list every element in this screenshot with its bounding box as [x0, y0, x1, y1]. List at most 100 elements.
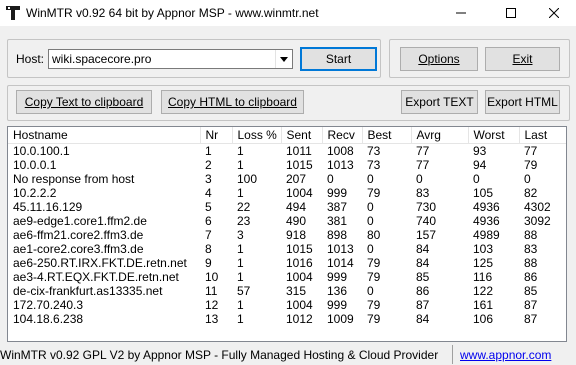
cell-loss: 1: [237, 256, 244, 270]
table-row[interactable]: No response from host 3 100 207 0 0 0 0 0: [8, 172, 566, 186]
cell-loss: 1: [237, 312, 244, 326]
column-header-best[interactable]: Best: [362, 127, 412, 144]
minimize-icon[interactable]: [438, 0, 484, 26]
table-row[interactable]: ae9-edge1.core1.ffm2.de 6 23 490 381 0 740 4936…: [8, 214, 566, 228]
cell-loss: 1: [237, 186, 244, 200]
cell-avrg: 84: [416, 256, 430, 270]
cell-best: 73: [367, 158, 381, 172]
cell-last: 87: [524, 298, 538, 312]
cell-last: 88: [524, 256, 538, 270]
cell-hostname: ae3-4.RT.EQX.FKT.DE.retn.net: [13, 270, 179, 284]
table-header-row: Hostname Nr Loss % Sent Recv Best Avrg W…: [8, 127, 566, 144]
column-header-loss[interactable]: Loss %: [232, 127, 282, 144]
cell-nr: 4: [205, 186, 212, 200]
cell-best: 79: [367, 186, 381, 200]
cell-best: 0: [367, 200, 374, 214]
cell-best: 79: [367, 256, 381, 270]
copy-html-button[interactable]: Copy HTML to clipboard: [161, 90, 304, 114]
cell-avrg: 83: [416, 186, 430, 200]
results-table: Hostname Nr Loss % Sent Recv Best Avrg W…: [8, 127, 566, 326]
table-row[interactable]: 45.11.16.129 5 22 494 387 0 730 4936 4302: [8, 200, 566, 214]
cell-last: 82: [524, 186, 538, 200]
cell-worst: 4936: [473, 200, 500, 214]
cell-last: 4302: [524, 200, 551, 214]
cell-sent: 1004: [286, 186, 313, 200]
cell-avrg: 77: [416, 158, 430, 172]
table-row[interactable]: de-cix-frankfurt.as13335.net 11 57 315 136 0 8…: [8, 284, 566, 298]
winmtr-app-icon: [5, 5, 21, 21]
cell-hostname: No response from host: [13, 172, 135, 186]
column-header-nr[interactable]: Nr: [200, 127, 233, 144]
cell-hostname: 10.0.0.1: [13, 158, 57, 172]
status-text: WinMTR v0.92 GPL V2 by Appnor MSP - Full…: [0, 348, 439, 362]
table-row[interactable]: 172.70.240.3 12 1 1004 999 79 87 161 87: [8, 298, 566, 312]
column-header-hostname[interactable]: Hostname: [8, 127, 201, 144]
column-header-recv[interactable]: Recv: [322, 127, 363, 144]
column-header-worst[interactable]: Worst: [468, 127, 520, 144]
options-button[interactable]: Options: [400, 47, 478, 71]
chevron-down-icon[interactable]: [275, 50, 292, 68]
cell-worst: 103: [473, 242, 494, 256]
column-header-avrg[interactable]: Avrg: [411, 127, 469, 144]
table-row[interactable]: ae3-4.RT.EQX.FKT.DE.retn.net 10 1 1004 999 79…: [8, 270, 566, 284]
cell-recv: 0: [327, 172, 334, 186]
table-row[interactable]: ae1-core2.core3.ffm3.de 8 1 1015 1013 0 84 103 8…: [8, 242, 566, 256]
cell-worst: 93: [473, 144, 487, 158]
app-window: WinMTR v0.92 64 bit by Appnor MSP - www.…: [0, 0, 576, 365]
cell-last: 79: [524, 158, 538, 172]
cell-nr: 2: [205, 158, 212, 172]
cell-avrg: 84: [416, 312, 430, 326]
column-header-last[interactable]: Last: [519, 127, 566, 144]
cell-loss: 1: [237, 270, 244, 284]
appnor-link[interactable]: www.appnor.com: [460, 348, 551, 362]
copy-text-button-label: Copy Text to clipboard: [24, 95, 144, 109]
cell-last: 87: [524, 312, 538, 326]
cell-worst: 105: [473, 186, 494, 200]
cell-loss: 100: [237, 172, 258, 186]
table-row[interactable]: ae6-ffm21.core2.ffm3.de 7 3 918 898 80 157 4989…: [8, 228, 566, 242]
cell-last: 0: [524, 172, 531, 186]
table-row[interactable]: ae6-250.RT.IRX.FKT.DE.retn.net 9 1 1016 1014…: [8, 256, 566, 270]
cell-sent: 207: [286, 172, 307, 186]
cell-loss: 1: [237, 242, 244, 256]
cell-loss: 1: [237, 144, 244, 158]
cell-loss: 1: [237, 298, 244, 312]
maximize-icon[interactable]: [488, 0, 534, 26]
results-list[interactable]: Hostname Nr Loss % Sent Recv Best Avrg W…: [7, 126, 567, 342]
cell-avrg: 85: [416, 270, 430, 284]
exit-button[interactable]: Exit: [485, 47, 560, 71]
cell-avrg: 157: [416, 228, 437, 242]
cell-nr: 5: [205, 200, 212, 214]
export-html-button-label: Export HTML: [487, 95, 558, 109]
close-icon[interactable]: [531, 0, 576, 26]
cell-sent: 494: [286, 200, 307, 214]
copy-text-button[interactable]: Copy Text to clipboard: [16, 90, 152, 114]
table-row[interactable]: 104.18.6.238 13 1 1012 1009 79 84 106 87: [8, 312, 566, 326]
cell-loss: 23: [237, 214, 251, 228]
export-text-button[interactable]: Export TEXT: [401, 90, 478, 114]
host-combobox[interactable]: wiki.spacecore.pro: [48, 49, 293, 69]
host-value[interactable]: wiki.spacecore.pro: [52, 52, 151, 66]
cell-avrg: 77: [416, 144, 430, 158]
column-header-sent[interactable]: Sent: [281, 127, 323, 144]
cell-loss: 3: [237, 228, 244, 242]
cell-last: 85: [524, 284, 538, 298]
export-text-button-label: Export TEXT: [405, 95, 474, 109]
cell-hostname: de-cix-frankfurt.as13335.net: [13, 284, 163, 298]
export-html-button[interactable]: Export HTML: [485, 90, 560, 114]
table-row[interactable]: 10.2.2.2 4 1 1004 999 79 83 105 82: [8, 186, 566, 200]
cell-worst: 4989: [473, 228, 500, 242]
table-row[interactable]: 10.0.0.1 2 1 1015 1013 73 77 94 79: [8, 158, 566, 172]
cell-loss: 1: [237, 158, 244, 172]
status-bar: WinMTR v0.92 GPL V2 by Appnor MSP - Full…: [0, 343, 576, 365]
start-button[interactable]: Start: [300, 47, 377, 71]
cell-sent: 1015: [286, 242, 313, 256]
cell-hostname: 10.2.2.2: [13, 186, 57, 200]
cell-avrg: 740: [416, 214, 437, 228]
cell-nr: 3: [205, 172, 212, 186]
cell-sent: 1004: [286, 298, 313, 312]
cell-loss: 57: [237, 284, 251, 298]
title-bar: WinMTR v0.92 64 bit by Appnor MSP - www.…: [0, 0, 576, 26]
table-row[interactable]: 10.0.100.1 1 1 1011 1008 73 77 93 77: [8, 144, 566, 159]
cell-sent: 490: [286, 214, 307, 228]
